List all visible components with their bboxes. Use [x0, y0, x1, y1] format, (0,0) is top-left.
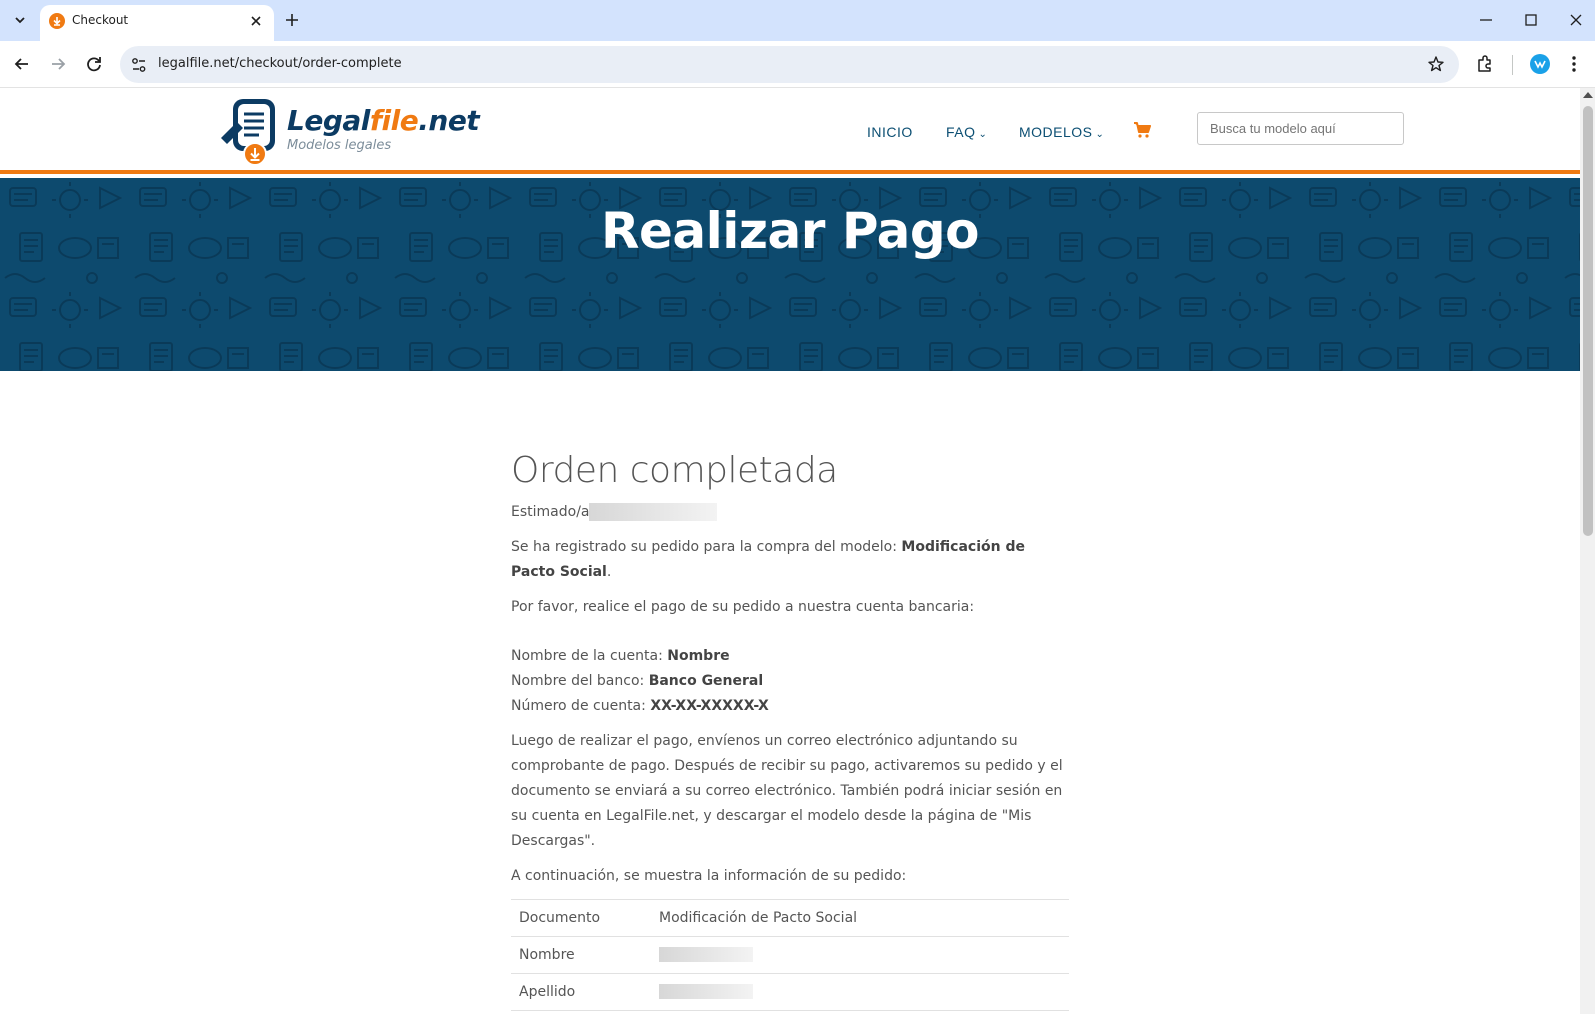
bookmark-star-icon[interactable] — [1427, 55, 1445, 73]
page-scrollbar[interactable] — [1580, 88, 1595, 1014]
site-header: Legalfile.net Modelos legales INICIO FAQ… — [0, 88, 1580, 174]
bank-details: Nombre de la cuenta: Nombre Nombre del b… — [511, 644, 1069, 719]
table-value — [651, 1010, 1069, 1014]
order-content: Orden completada Estimado/a Se ha regist… — [511, 448, 1069, 1014]
table-key: Nombre — [511, 936, 651, 974]
chevron-down-icon: ⌄ — [978, 129, 988, 140]
table-value — [651, 936, 1069, 974]
browser-tab[interactable]: Checkout — [40, 5, 274, 41]
page-banner: Realizar Pago — [0, 178, 1580, 371]
after-payment-text: Luego de realizar el pago, envíenos un c… — [511, 733, 1063, 849]
redacted-name — [589, 503, 718, 521]
more-menu-icon[interactable] — [1568, 54, 1580, 74]
nav-modelos[interactable]: MODELOS ⌄ — [1019, 124, 1104, 140]
table-key: Compañía — [511, 1010, 651, 1014]
chevron-down-icon — [15, 17, 25, 24]
scroll-up-arrow-icon[interactable] — [1583, 92, 1593, 98]
table-value — [651, 973, 1069, 1011]
table-row: Compañía — [511, 1010, 1069, 1014]
tab-search-button[interactable] — [8, 8, 32, 32]
url-text[interactable]: legalfile.net/checkout/order-complete — [158, 56, 402, 71]
account-name-line: Nombre de la cuenta: Nombre — [511, 648, 730, 664]
close-window-icon[interactable] — [1567, 11, 1585, 29]
reload-icon[interactable] — [83, 53, 105, 75]
new-tab-icon[interactable] — [283, 11, 301, 29]
download-favicon-icon — [49, 13, 65, 29]
tab-title: Checkout — [72, 13, 129, 27]
table-row: Apellido — [511, 973, 1069, 1011]
site-settings-icon[interactable] — [130, 56, 148, 74]
page-viewport: Legalfile.net Modelos legales INICIO FAQ… — [0, 88, 1595, 1014]
browser-tab-strip: Checkout — [0, 0, 1595, 41]
pay-request-text: Por favor, realice el pago de su pedido … — [511, 599, 975, 615]
nav-faq[interactable]: FAQ ⌄ — [946, 124, 987, 140]
logo-document-icon — [221, 99, 275, 166]
logo-tagline: Modelos legales — [287, 138, 392, 153]
page-title: Realizar Pago — [600, 202, 980, 260]
redacted-value — [659, 947, 753, 962]
table-row: Documento Modificación de Pacto Social — [511, 899, 1069, 937]
order-heading: Orden completada — [511, 450, 838, 491]
bank-name-line: Nombre del banco: Banco General — [511, 673, 764, 689]
back-arrow-icon[interactable] — [11, 53, 33, 75]
maximize-icon[interactable] — [1522, 11, 1540, 29]
scrollbar-thumb[interactable] — [1583, 106, 1593, 536]
table-value: Modificación de Pacto Social — [651, 899, 1069, 937]
toolbar-separator — [1512, 55, 1513, 75]
forward-arrow-icon[interactable] — [47, 53, 69, 75]
account-number-line: Número de cuenta: XX-XX-XXXXX-X — [511, 698, 769, 714]
greeting-line: Estimado/a — [511, 500, 1069, 525]
chevron-down-icon: ⌄ — [1095, 129, 1105, 140]
site-logo[interactable]: Legalfile.net Modelos legales — [219, 96, 480, 168]
extensions-puzzle-icon[interactable] — [1475, 54, 1495, 74]
cart-icon[interactable] — [1133, 122, 1151, 138]
close-tab-icon[interactable] — [248, 13, 264, 29]
browser-toolbar: legalfile.net/checkout/order-complete — [0, 41, 1595, 88]
nav-inicio[interactable]: INICIO — [867, 124, 913, 140]
registered-text: Se ha registrado su pedido para la compr… — [511, 539, 1025, 580]
info-intro-text: A continuación, se muestra la informació… — [511, 868, 907, 884]
minimize-icon[interactable] — [1477, 11, 1495, 29]
search-input[interactable] — [1197, 112, 1404, 145]
table-key: Documento — [511, 899, 651, 937]
order-info-table: Documento Modificación de Pacto Social N… — [511, 899, 1069, 1014]
address-bar[interactable]: legalfile.net/checkout/order-complete — [120, 46, 1459, 83]
profile-avatar[interactable] — [1530, 54, 1550, 74]
table-key: Apellido — [511, 973, 651, 1011]
logo-wordmark: Legalfile.net — [287, 104, 480, 137]
table-row: Nombre — [511, 936, 1069, 974]
redacted-value — [659, 984, 753, 999]
